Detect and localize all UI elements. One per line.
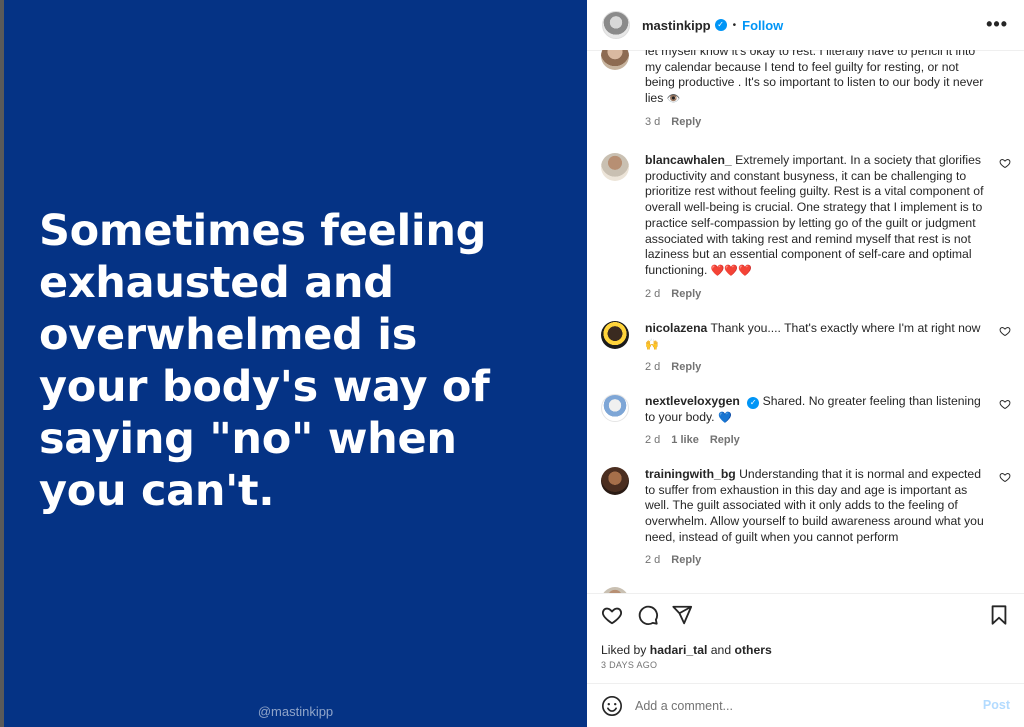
comment-text-block: blancawhalen_ Extremely important. In a … <box>645 153 985 280</box>
commenter-avatar[interactable] <box>601 394 629 422</box>
comment-text: let myself know it's okay to rest. I lit… <box>645 50 984 106</box>
reply-button[interactable]: Reply <box>710 434 740 446</box>
comment-emoji: 👁️ <box>666 93 681 106</box>
comment-like-count[interactable]: 1 like <box>671 434 699 446</box>
comment-body: blancawhalen_ Extremely important. In a … <box>645 153 985 300</box>
like-comment-heart-icon[interactable] <box>999 471 1011 483</box>
post-header: mastinkipp ✓ • Follow ••• <box>587 0 1024 50</box>
post-quote-text: Sometimes feeling exhausted and overwhel… <box>39 206 490 516</box>
comment-emoji: 💙 <box>717 411 732 424</box>
actions-divider <box>587 593 1024 594</box>
comment-text: Extremely important. In a society that g… <box>645 153 984 277</box>
comment-meta: 3 d Reply <box>645 116 985 128</box>
post-comment-button[interactable]: Post <box>983 698 1010 712</box>
commenter-avatar[interactable] <box>601 153 629 181</box>
commenter-username[interactable]: nicolazena <box>645 321 707 335</box>
author-username[interactable]: mastinkipp <box>642 18 711 33</box>
comment-body: trainingwith_bg Understanding that it is… <box>645 467 985 566</box>
comment-time[interactable]: 2 d <box>645 288 660 300</box>
liked-by-prefix: Liked by <box>601 643 647 657</box>
comment-text-block: trainingwith_bg Understanding that it is… <box>645 467 985 546</box>
like-comment-heart-icon[interactable] <box>999 325 1011 337</box>
post-actions-bar <box>601 604 1011 630</box>
emoji-picker-icon[interactable] <box>601 695 623 717</box>
comment-item: nextleveloxygen ✓ Shared. No greater fee… <box>601 394 1011 446</box>
commenter-username[interactable]: blancawhalen_ <box>645 153 732 167</box>
post-image[interactable]: Sometimes feeling exhausted and overwhel… <box>4 0 587 727</box>
add-comment-bar: Post <box>587 684 1024 727</box>
header-separator: • <box>732 19 737 31</box>
comment-body: nextleveloxygen ✓ Shared. No greater fee… <box>645 394 985 446</box>
add-comment-input[interactable] <box>635 698 965 713</box>
comment-item: trainingwith_bg Understanding that it is… <box>601 467 1011 566</box>
reply-button[interactable]: Reply <box>671 361 701 373</box>
comment-time[interactable]: 2 d <box>645 434 660 446</box>
reply-button[interactable]: Reply <box>671 288 701 300</box>
comment-body: let myself know it's okay to rest. I lit… <box>645 50 985 128</box>
reply-button[interactable]: Reply <box>671 116 701 128</box>
liked-by-user-link[interactable]: hadari_tal <box>650 643 708 657</box>
comment-emoji: ❤️❤️❤️ <box>710 264 752 277</box>
like-comment-heart-icon[interactable] <box>999 398 1011 410</box>
comment-time[interactable]: 2 d <box>645 361 660 373</box>
comment-text-block: nicolazena Thank you.... That's exactly … <box>645 321 985 353</box>
comment-emoji: 🙌 <box>645 338 659 351</box>
share-paper-plane-icon[interactable] <box>671 604 693 626</box>
comment-meta: 2 d Reply <box>645 361 985 373</box>
liked-by-summary: Liked by hadari_tal and others <box>601 643 772 657</box>
comment-text-block: let myself know it's okay to rest. I lit… <box>645 50 985 108</box>
verified-badge-icon: ✓ <box>714 19 727 31</box>
comment-item: nicolazena Thank you.... That's exactly … <box>601 321 1011 373</box>
more-options-icon[interactable]: ••• <box>986 14 1008 35</box>
comments-list[interactable]: let myself know it's okay to rest. I lit… <box>587 50 1024 593</box>
like-comment-heart-icon[interactable] <box>999 157 1011 169</box>
comment-time[interactable]: 2 d <box>645 554 660 566</box>
follow-button[interactable]: Follow <box>742 18 783 33</box>
commenter-username[interactable]: trainingwith_bg <box>645 467 736 481</box>
save-bookmark-icon[interactable] <box>989 604 1009 626</box>
comment-time[interactable]: 3 d <box>645 116 660 128</box>
comment-item: let myself know it's okay to rest. I lit… <box>601 50 1011 128</box>
post-side-panel: mastinkipp ✓ • Follow ••• let myself kno… <box>587 0 1024 727</box>
liked-by-and: and <box>710 643 732 657</box>
comment-text: Thank you.... That's exactly where I'm a… <box>710 321 981 335</box>
comment-item: blancawhalen_ Extremely important. In a … <box>601 153 1011 300</box>
author-avatar[interactable] <box>602 11 630 39</box>
commenter-avatar[interactable] <box>601 467 629 495</box>
comment-bubble-icon[interactable] <box>637 604 659 626</box>
comment-meta: 2 d Reply <box>645 554 985 566</box>
comment-meta: 2 d Reply <box>645 288 985 300</box>
liked-by-others-link[interactable]: others <box>735 643 772 657</box>
post-date[interactable]: 3 DAYS AGO <box>601 660 657 670</box>
comment-body: nicolazena Thank you.... That's exactly … <box>645 321 985 373</box>
reply-button[interactable]: Reply <box>671 554 701 566</box>
like-heart-icon[interactable] <box>601 604 623 626</box>
comment-text-block: nextleveloxygen ✓ Shared. No greater fee… <box>645 394 985 426</box>
comment-meta: 2 d 1 like Reply <box>645 434 985 446</box>
verified-badge-icon: ✓ <box>747 397 760 409</box>
commenter-username[interactable]: nextleveloxygen <box>645 394 740 408</box>
post-watermark: @mastinkipp <box>257 704 334 719</box>
commenter-avatar[interactable] <box>601 321 629 349</box>
commenter-avatar[interactable] <box>601 50 629 70</box>
